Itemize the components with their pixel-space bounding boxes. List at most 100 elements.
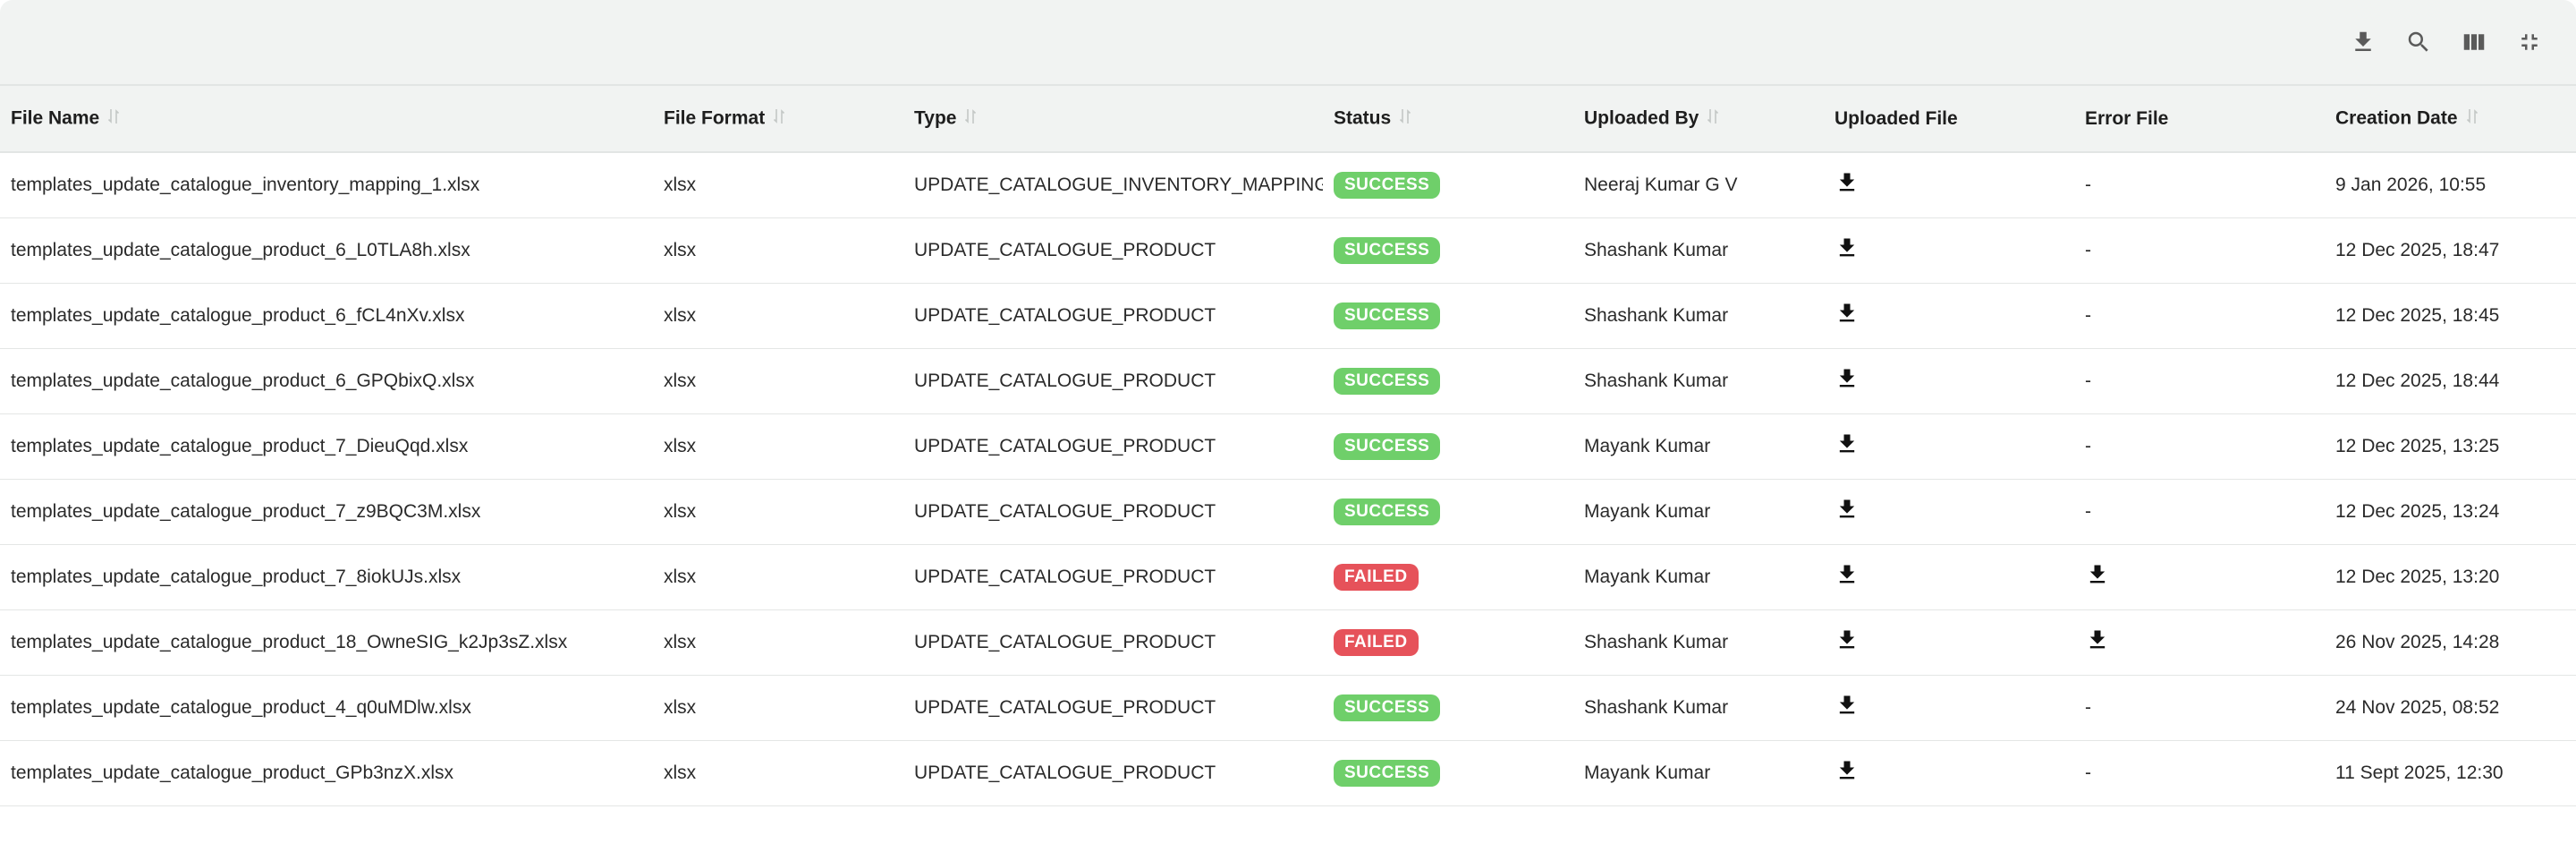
error-file-cell: - [2085,435,2091,456]
error-file-cell: - [2085,304,2091,326]
column-header-status[interactable]: Status [1323,86,1573,153]
status-cell: FAILED [1323,544,1573,609]
status-badge: SUCCESS [1334,302,1441,329]
uploaded-file-download-button[interactable] [1835,169,1860,196]
column-header-label: Error File [2085,107,2169,129]
status-badge: SUCCESS [1334,694,1441,721]
uploaded-file-download-button[interactable] [1835,561,1860,588]
sort-icon[interactable] [106,106,121,132]
file-format-cell: xlsx [664,174,697,195]
download-icon [1839,499,1855,517]
column-header-label: File Format [664,107,766,129]
status-cell: FAILED [1323,609,1573,675]
status-cell: SUCCESS [1323,152,1573,217]
status-badge: FAILED [1334,628,1419,656]
column-header-label: Uploaded File [1835,107,1958,129]
status-badge: SUCCESS [1334,236,1441,264]
creation-date-cell: 11 Sept 2025, 12:30 [2335,762,2504,783]
sort-icon[interactable] [772,106,786,132]
error-file-cell [2074,609,2325,675]
column-header-creation-date[interactable]: Creation Date [2325,86,2576,153]
type-cell: UPDATE_CATALOGUE_PRODUCT [914,304,1216,326]
data-table: File Name File Format Type Status Uploaded B… [0,86,2576,806]
error-file-cell: - [2085,762,2091,783]
column-header-type[interactable]: Type [903,86,1323,153]
uploaded-file-download-button[interactable] [1835,626,1860,653]
type-cell: UPDATE_CATALOGUE_PRODUCT [914,696,1216,718]
uploaded-file-cell [1824,217,2074,283]
uploaded-by-cell: Shashank Kumar [1584,631,1729,652]
status-cell: SUCCESS [1323,675,1573,740]
file-name-cell: templates_update_catalogue_product_18_Ow… [11,631,568,652]
table-row: templates_update_catalogue_inventory_map… [0,152,2576,217]
download-icon [1839,434,1855,452]
status-cell: SUCCESS [1323,413,1573,479]
column-header-file-format[interactable]: File Format [653,86,903,153]
error-file-download-button[interactable] [2085,626,2110,653]
download-icon [2355,31,2371,51]
uploaded-by-cell: Shashank Kumar [1584,239,1729,260]
download-icon [1839,238,1855,256]
creation-date-cell: 12 Dec 2025, 18:45 [2335,304,2500,326]
uploaded-file-cell [1824,413,2074,479]
uploaded-file-download-button[interactable] [1835,757,1860,784]
file-name-cell: templates_update_catalogue_product_6_L0T… [11,239,470,260]
status-badge: SUCCESS [1334,432,1441,460]
table-row: templates_update_catalogue_product_18_Ow… [0,609,2576,675]
uploaded-file-download-button[interactable] [1835,496,1860,523]
error-file-cell: - [2085,500,2091,522]
table-row: templates_update_catalogue_product_7_z9B… [0,479,2576,544]
file-format-cell: xlsx [664,631,697,652]
download-icon [1839,761,1855,779]
uploaded-file-download-button[interactable] [1835,430,1860,457]
status-cell: SUCCESS [1323,283,1573,348]
uploaded-file-download-button[interactable] [1835,365,1860,392]
type-cell: UPDATE_CATALOGUE_PRODUCT [914,566,1216,587]
search-button[interactable] [2397,21,2440,64]
status-badge: SUCCESS [1334,498,1441,525]
creation-date-cell: 12 Dec 2025, 18:47 [2335,239,2500,260]
file-format-cell: xlsx [664,696,697,718]
column-header-uploaded-file: Uploaded File [1824,86,2074,153]
uploaded-file-cell [1824,675,2074,740]
uploaded-file-cell [1824,740,2074,805]
error-file-cell: - [2085,239,2091,260]
table-row: templates_update_catalogue_product_7_Die… [0,413,2576,479]
error-file-download-button[interactable] [2085,561,2110,588]
column-header-uploaded-by[interactable]: Uploaded By [1573,86,1824,153]
file-name-cell: templates_update_catalogue_product_7_z9B… [11,500,481,522]
download-button[interactable] [2342,21,2385,64]
sort-icon[interactable] [1706,106,1720,132]
uploaded-by-cell: Mayank Kumar [1584,566,1711,587]
sort-icon[interactable] [963,106,978,132]
error-file-cell [2074,544,2325,609]
download-icon [1839,173,1855,192]
column-header-label: File Name [11,107,100,129]
table-row: templates_update_catalogue_product_6_GPQ… [0,348,2576,413]
file-format-cell: xlsx [664,500,697,522]
collapse-button[interactable] [2508,21,2551,64]
uploaded-file-download-button[interactable] [1835,300,1860,327]
uploaded-file-cell [1824,544,2074,609]
status-badge: SUCCESS [1334,367,1441,395]
column-header-label: Uploaded By [1584,107,1699,129]
columns-button[interactable] [2453,21,2496,64]
file-name-cell: templates_update_catalogue_product_GPb3n… [11,762,453,783]
sort-icon[interactable] [1398,106,1412,132]
status-cell: SUCCESS [1323,479,1573,544]
table-header-row: File Name File Format Type Status Uploaded B… [0,86,2576,153]
error-file-cell: - [2085,370,2091,391]
uploaded-by-cell: Shashank Kumar [1584,696,1729,718]
column-header-file-name[interactable]: File Name [0,86,653,153]
error-file-cell: - [2085,696,2091,718]
sort-icon[interactable] [2465,106,2479,132]
file-format-cell: xlsx [664,762,697,783]
column-header-label: Type [914,107,957,129]
download-icon [2089,630,2106,648]
uploaded-file-download-button[interactable] [1835,692,1860,719]
table-row: templates_update_catalogue_product_4_q0u… [0,675,2576,740]
uploaded-by-cell: Shashank Kumar [1584,304,1729,326]
uploaded-file-download-button[interactable] [1835,234,1860,261]
creation-date-cell: 12 Dec 2025, 18:44 [2335,370,2500,391]
search-icon [2408,31,2428,52]
